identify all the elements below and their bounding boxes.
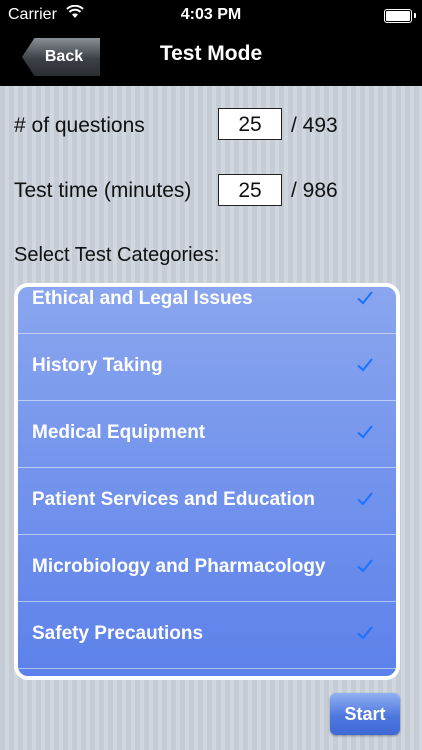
category-label: Safety Precautions (32, 623, 204, 644)
checkmark-icon (357, 492, 373, 506)
page-title: Test Mode (159, 42, 263, 65)
test-time-input[interactable]: 25 (218, 174, 282, 206)
category-label: Microbiology and Pharmacology (32, 556, 326, 577)
category-row-safety-precautions[interactable]: Safety Precautions (18, 602, 396, 669)
questions-total: / 493 (291, 114, 338, 137)
battery-icon (384, 9, 412, 23)
category-label: Ethical and Legal Issues (32, 288, 253, 309)
category-row-medical-equipment[interactable]: Medical Equipment (18, 401, 396, 468)
categories-heading: Select Test Categories: (14, 244, 220, 266)
category-row-history-taking[interactable]: History Taking (18, 334, 396, 401)
battery-tip (414, 13, 416, 18)
clock: 4:03 PM (180, 6, 242, 23)
category-row-microbiology[interactable]: Microbiology and Pharmacology (18, 535, 396, 602)
questions-count-input[interactable]: 25 (218, 108, 282, 140)
status-bar: Carrier 4:03 PM (0, 0, 422, 30)
checkmark-icon (357, 358, 373, 372)
category-list[interactable]: Ethical and Legal Issues History Taking … (14, 283, 400, 680)
checkmark-icon (357, 559, 373, 573)
category-label: Patient Services and Education (32, 489, 315, 510)
test-time-total: / 986 (291, 179, 338, 202)
category-row-ethical-legal[interactable]: Ethical and Legal Issues (18, 287, 396, 334)
checkmark-icon (357, 425, 373, 439)
checkmark-icon (357, 626, 373, 640)
category-label: History Taking (32, 355, 163, 376)
category-row-patient-services[interactable]: Patient Services and Education (18, 468, 396, 535)
category-label: Medical Equipment (32, 422, 206, 443)
start-button[interactable]: Start (330, 693, 400, 735)
test-time-label: Test time (minutes) (14, 179, 192, 202)
questions-label: # of questions (14, 114, 145, 137)
checkmark-icon (357, 291, 373, 305)
navigation-bar: Carrier 4:03 PM Back Test Mode (0, 0, 422, 86)
